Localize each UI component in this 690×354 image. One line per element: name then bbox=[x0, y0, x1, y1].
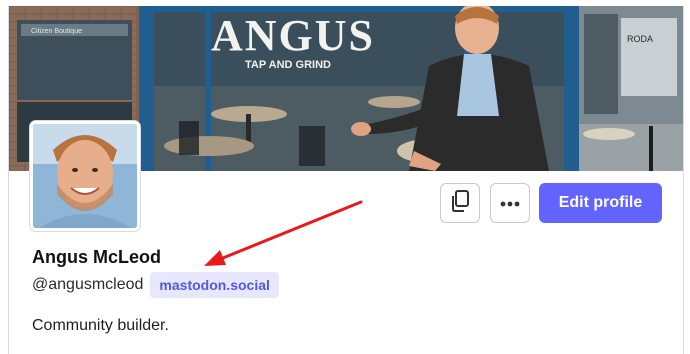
handle-row: @angusmcleod mastodon.social bbox=[32, 272, 279, 298]
display-name: Angus McLeod bbox=[32, 247, 161, 267]
edit-profile-button[interactable]: Edit profile bbox=[539, 183, 662, 223]
copy-link-button[interactable] bbox=[440, 183, 480, 223]
bio-text: Community builder. bbox=[32, 317, 169, 334]
more-icon bbox=[500, 194, 520, 212]
shop-sign-right: RODA bbox=[627, 34, 653, 44]
shop-sign-left: Citizen Boutique bbox=[31, 28, 82, 35]
copy-icon bbox=[450, 189, 470, 217]
more-options-button[interactable] bbox=[490, 183, 530, 223]
storefront-title: ANGUS bbox=[211, 11, 375, 60]
username-handle: @angusmcleod bbox=[32, 276, 144, 293]
avatar[interactable] bbox=[30, 121, 140, 231]
domain-badge[interactable]: mastodon.social bbox=[150, 272, 279, 298]
profile-card: Citizen Boutique ANGUS TAP AND GRIND ROD… bbox=[8, 6, 684, 354]
storefront-subtitle: TAP AND GRIND bbox=[245, 59, 331, 71]
